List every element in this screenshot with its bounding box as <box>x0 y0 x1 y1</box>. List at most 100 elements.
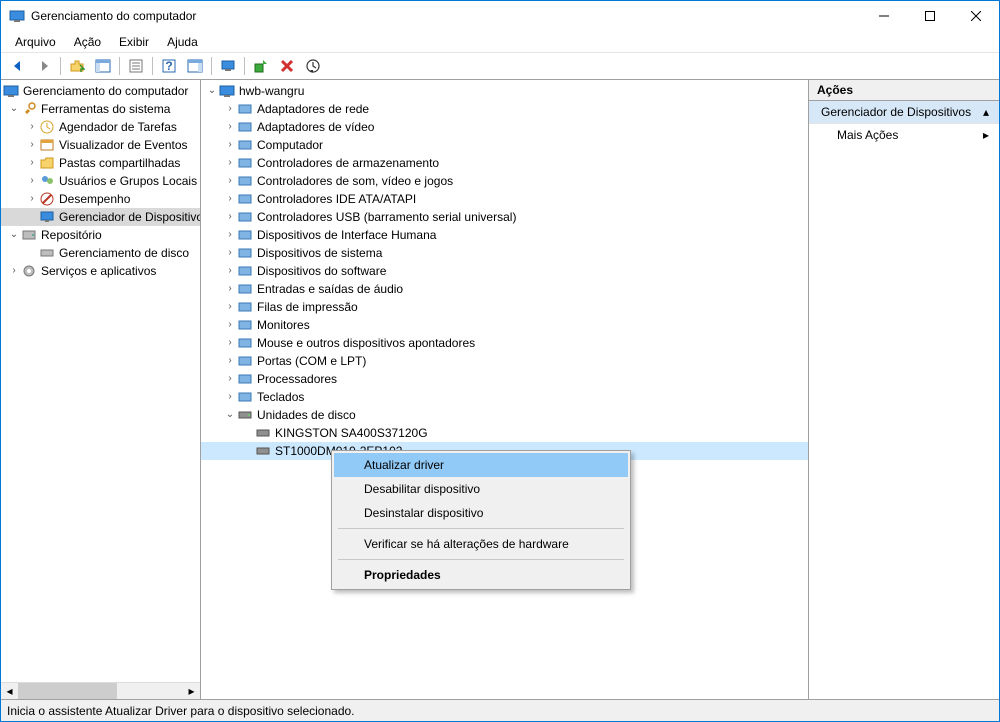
device-category-icon <box>237 209 253 225</box>
menu-file[interactable]: Arquivo <box>7 33 64 51</box>
scan-hardware-button[interactable] <box>301 55 325 77</box>
tree-event-viewer[interactable]: › Visualizador de Eventos <box>1 136 200 154</box>
device-category[interactable]: ›Portas (COM e LPT) <box>201 352 808 370</box>
tree-services-apps[interactable]: › Serviços e aplicativos <box>1 262 200 280</box>
device-root[interactable]: ⌄ hwb-wangru <box>201 82 808 100</box>
device-category[interactable]: ›Controladores USB (barramento serial un… <box>201 208 808 226</box>
chevron-right-icon[interactable]: › <box>223 174 237 188</box>
minimize-button[interactable] <box>861 1 907 31</box>
update-driver-button[interactable] <box>249 55 273 77</box>
close-button[interactable] <box>953 1 999 31</box>
scroll-track[interactable] <box>18 683 183 700</box>
chevron-right-icon[interactable]: › <box>223 372 237 386</box>
device-category[interactable]: ›Teclados <box>201 388 808 406</box>
chevron-down-icon[interactable]: ⌄ <box>7 228 21 242</box>
console-tree[interactable]: Gerenciamento do computador ⌄ Ferramenta… <box>1 80 200 682</box>
tree-label: Adaptadores de rede <box>257 100 369 118</box>
services-icon <box>21 263 37 279</box>
actions-more[interactable]: Mais Ações ▸ <box>809 124 999 146</box>
tree-task-scheduler[interactable]: › Agendador de Tarefas <box>1 118 200 136</box>
chevron-right-icon[interactable]: › <box>223 300 237 314</box>
tree-label: Visualizador de Eventos <box>59 136 188 154</box>
device-category-icon <box>237 281 253 297</box>
uninstall-button[interactable] <box>275 55 299 77</box>
device-category[interactable]: ›Computador <box>201 136 808 154</box>
tree-label: hwb-wangru <box>239 82 304 100</box>
tree-storage[interactable]: ⌄ Repositório <box>1 226 200 244</box>
toggle-actions-button[interactable] <box>183 55 207 77</box>
tree-shared-folders[interactable]: › Pastas compartilhadas <box>1 154 200 172</box>
chevron-right-icon[interactable]: › <box>223 156 237 170</box>
ctx-disable-device[interactable]: Desabilitar dispositivo <box>334 477 628 501</box>
ctx-update-driver[interactable]: Atualizar driver <box>334 453 628 477</box>
chevron-right-icon[interactable]: › <box>223 246 237 260</box>
chevron-right-icon[interactable]: › <box>223 336 237 350</box>
tree-label: Unidades de disco <box>257 406 356 424</box>
chevron-right-icon[interactable]: › <box>223 390 237 404</box>
tree-performance[interactable]: › Desempenho <box>1 190 200 208</box>
ctx-uninstall-device[interactable]: Desinstalar dispositivo <box>334 501 628 525</box>
chevron-right-icon[interactable]: › <box>7 264 21 278</box>
tree-disk-management[interactable]: Gerenciamento de disco <box>1 244 200 262</box>
chevron-right-icon[interactable]: › <box>223 228 237 242</box>
computer-icon-button[interactable] <box>216 55 240 77</box>
ctx-properties[interactable]: Propriedades <box>334 563 628 587</box>
chevron-right-icon[interactable]: › <box>223 264 237 278</box>
chevron-right-icon[interactable]: › <box>223 102 237 116</box>
chevron-right-icon[interactable]: › <box>25 138 39 152</box>
device-category[interactable]: ›Controladores de armazenamento <box>201 154 808 172</box>
chevron-right-icon[interactable]: › <box>25 156 39 170</box>
chevron-right-icon[interactable]: › <box>223 318 237 332</box>
chevron-right-icon[interactable]: › <box>223 354 237 368</box>
scroll-left-button[interactable]: ◂ <box>1 683 18 700</box>
menu-view[interactable]: Exibir <box>111 33 157 51</box>
device-category[interactable]: ›Controladores IDE ATA/ATAPI <box>201 190 808 208</box>
device-category[interactable]: ›Dispositivos de sistema <box>201 244 808 262</box>
forward-button[interactable] <box>32 55 56 77</box>
ctx-scan-hardware[interactable]: Verificar se há alterações de hardware <box>334 532 628 556</box>
maximize-button[interactable] <box>907 1 953 31</box>
properties-button[interactable] <box>124 55 148 77</box>
menu-separator <box>338 528 624 529</box>
scroll-right-button[interactable]: ▸ <box>183 683 200 700</box>
menu-action[interactable]: Ação <box>66 33 109 51</box>
device-category[interactable]: ›Processadores <box>201 370 808 388</box>
back-button[interactable] <box>6 55 30 77</box>
chevron-right-icon[interactable]: › <box>223 210 237 224</box>
chevron-right-icon[interactable]: › <box>25 120 39 134</box>
device-disk-1[interactable]: KINGSTON SA400S37120G <box>201 424 808 442</box>
chevron-right-icon[interactable]: › <box>223 192 237 206</box>
tree-label: Repositório <box>41 226 102 244</box>
horizontal-scrollbar[interactable]: ◂ ▸ <box>1 682 200 699</box>
chevron-right-icon[interactable]: › <box>223 282 237 296</box>
device-category[interactable]: ›Entradas e saídas de áudio <box>201 280 808 298</box>
device-category-disks[interactable]: ⌄ Unidades de disco <box>201 406 808 424</box>
chevron-right-icon[interactable]: › <box>25 174 39 188</box>
actions-section[interactable]: Gerenciador de Dispositivos ▴ <box>809 101 999 124</box>
device-category[interactable]: ›Mouse e outros dispositivos apontadores <box>201 334 808 352</box>
device-category[interactable]: ›Filas de impressão <box>201 298 808 316</box>
up-button[interactable] <box>65 55 89 77</box>
tree-device-manager[interactable]: Gerenciador de Dispositivos <box>1 208 200 226</box>
device-category[interactable]: ›Monitores <box>201 316 808 334</box>
menu-help[interactable]: Ajuda <box>159 33 206 51</box>
chevron-right-icon[interactable]: › <box>25 192 39 206</box>
device-category[interactable]: ›Dispositivos do software <box>201 262 808 280</box>
device-tree[interactable]: ⌄ hwb-wangru › Adaptadores de rede›Adapta… <box>201 80 808 462</box>
chevron-right-icon[interactable]: › <box>223 120 237 134</box>
device-category[interactable]: ›Dispositivos de Interface Humana <box>201 226 808 244</box>
scroll-thumb[interactable] <box>18 683 117 700</box>
tree-label: Desempenho <box>59 190 130 208</box>
chevron-down-icon[interactable]: ⌄ <box>7 102 21 116</box>
chevron-right-icon[interactable]: › <box>223 138 237 152</box>
tree-system-tools[interactable]: ⌄ Ferramentas do sistema <box>1 100 200 118</box>
tree-users-groups[interactable]: › Usuários e Grupos Locais <box>1 172 200 190</box>
tree-root[interactable]: Gerenciamento do computador <box>1 82 200 100</box>
device-category[interactable]: ›Adaptadores de vídeo <box>201 118 808 136</box>
show-tree-button[interactable] <box>91 55 115 77</box>
chevron-down-icon[interactable]: ⌄ <box>205 84 219 98</box>
device-category[interactable]: ›Controladores de som, vídeo e jogos <box>201 172 808 190</box>
chevron-down-icon[interactable]: ⌄ <box>223 408 237 422</box>
device-category[interactable]: › Adaptadores de rede <box>201 100 808 118</box>
help-button[interactable]: ? <box>157 55 181 77</box>
